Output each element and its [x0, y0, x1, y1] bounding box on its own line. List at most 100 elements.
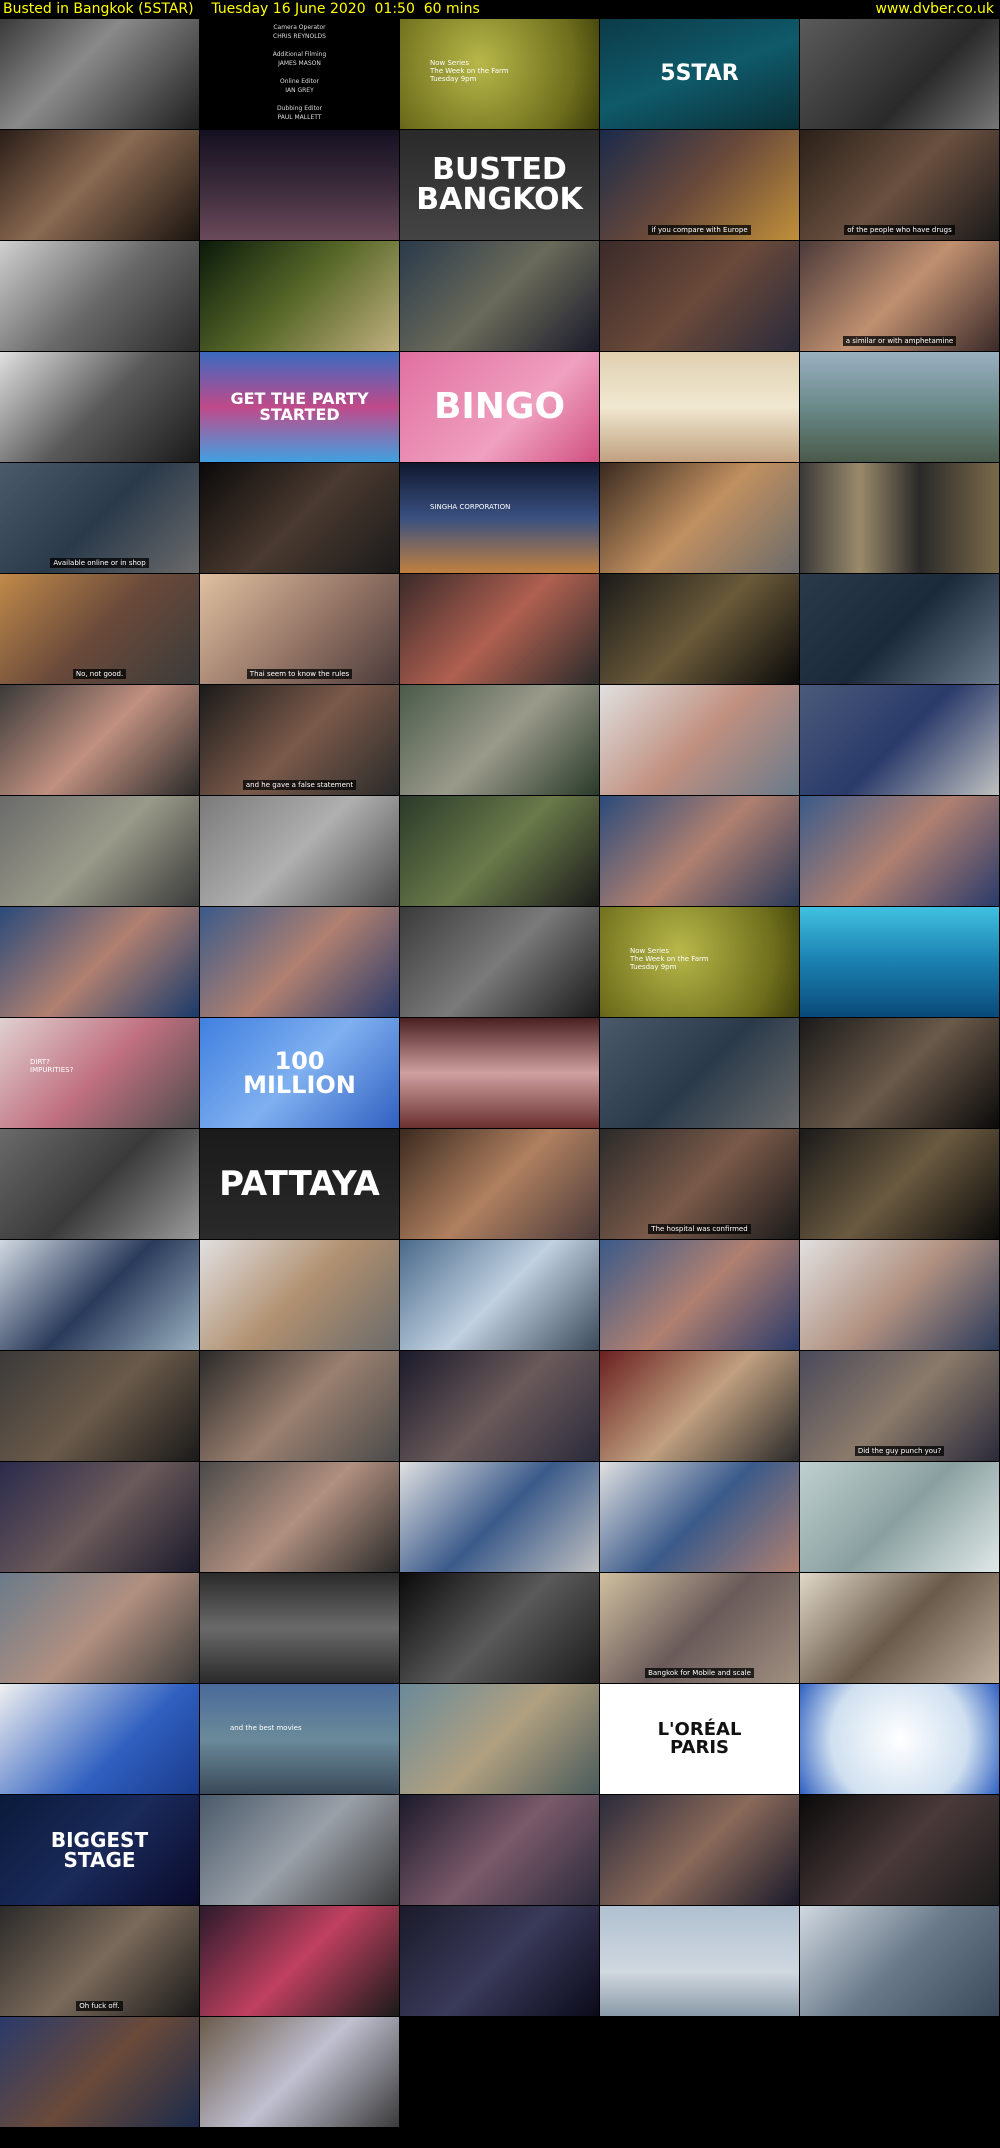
video-thumbnail[interactable]: [800, 1573, 999, 1683]
video-thumbnail[interactable]: [800, 1906, 999, 2016]
video-thumbnail[interactable]: [800, 19, 999, 129]
video-thumbnail[interactable]: [600, 685, 799, 795]
video-thumbnail[interactable]: [600, 1795, 799, 1905]
video-thumbnail[interactable]: Camera Operator CHRIS REYNOLDS Additiona…: [200, 19, 399, 129]
video-thumbnail[interactable]: [400, 1351, 599, 1461]
video-thumbnail[interactable]: [0, 1684, 199, 1794]
thumbnail-overlay-text: SINGHA CORPORATION: [430, 503, 511, 511]
video-thumbnail[interactable]: [0, 241, 199, 351]
video-thumbnail[interactable]: [800, 685, 999, 795]
video-thumbnail[interactable]: [0, 1573, 199, 1683]
video-thumbnail[interactable]: [0, 685, 199, 795]
video-thumbnail[interactable]: Did the guy punch you?: [800, 1351, 999, 1461]
video-thumbnail[interactable]: [400, 685, 599, 795]
site-link[interactable]: www.dvber.co.uk: [875, 0, 994, 18]
video-thumbnail[interactable]: [600, 352, 799, 462]
video-thumbnail[interactable]: [200, 907, 399, 1017]
video-thumbnail[interactable]: [0, 1351, 199, 1461]
video-thumbnail[interactable]: [800, 574, 999, 684]
video-thumbnail[interactable]: PATTAYA: [200, 1129, 399, 1239]
video-thumbnail[interactable]: [0, 19, 199, 129]
video-thumbnail[interactable]: [600, 1906, 799, 2016]
video-thumbnail[interactable]: [400, 1795, 599, 1905]
video-thumbnail[interactable]: Thai seem to know the rules: [200, 574, 399, 684]
video-thumbnail[interactable]: [0, 2017, 199, 2127]
video-thumbnail[interactable]: BUSTED BANGKOK: [400, 130, 599, 240]
video-thumbnail[interactable]: [200, 1240, 399, 1350]
video-thumbnail[interactable]: [200, 1351, 399, 1461]
video-thumbnail[interactable]: [800, 907, 999, 1017]
video-thumbnail[interactable]: Bangkok for Mobile and scale: [600, 1573, 799, 1683]
video-thumbnail[interactable]: [800, 1462, 999, 1572]
video-thumbnail[interactable]: and he gave a false statement: [200, 685, 399, 795]
video-thumbnail[interactable]: [0, 1129, 199, 1239]
video-thumbnail[interactable]: [800, 1129, 999, 1239]
video-thumbnail[interactable]: L'ORÉAL PARIS: [600, 1684, 799, 1794]
video-thumbnail[interactable]: and the best movies: [200, 1684, 399, 1794]
video-thumbnail[interactable]: [800, 796, 999, 906]
video-thumbnail[interactable]: BIGGEST STAGE: [0, 1795, 199, 1905]
video-thumbnail[interactable]: [800, 463, 999, 573]
video-thumbnail[interactable]: [0, 1240, 199, 1350]
video-thumbnail[interactable]: 100 MILLION: [200, 1018, 399, 1128]
video-thumbnail[interactable]: [400, 1129, 599, 1239]
video-thumbnail[interactable]: [400, 241, 599, 351]
video-thumbnail[interactable]: [800, 1018, 999, 1128]
thumbnail-title-text: BINGO: [433, 386, 566, 427]
video-thumbnail[interactable]: [600, 241, 799, 351]
video-thumbnail[interactable]: [0, 130, 199, 240]
video-thumbnail[interactable]: No, not good.: [0, 574, 199, 684]
video-thumbnail[interactable]: [800, 1684, 999, 1794]
video-thumbnail[interactable]: [200, 1573, 399, 1683]
video-thumbnail[interactable]: [600, 574, 799, 684]
video-thumbnail[interactable]: The hospital was confirmed: [600, 1129, 799, 1239]
video-thumbnail[interactable]: [0, 796, 199, 906]
video-thumbnail[interactable]: [200, 1795, 399, 1905]
video-thumbnail[interactable]: BINGO: [400, 352, 599, 462]
video-thumbnail[interactable]: if you compare with Europe: [600, 130, 799, 240]
video-thumbnail[interactable]: Now Series The Week on the Farm Tuesday …: [400, 19, 599, 129]
video-thumbnail[interactable]: [200, 796, 399, 906]
video-thumbnail[interactable]: a similar or with amphetamine: [800, 241, 999, 351]
video-thumbnail[interactable]: [800, 1240, 999, 1350]
video-thumbnail[interactable]: [400, 1573, 599, 1683]
video-thumbnail[interactable]: of the people who have drugs: [800, 130, 999, 240]
video-thumbnail[interactable]: [200, 241, 399, 351]
video-thumbnail[interactable]: [200, 1906, 399, 2016]
video-thumbnail[interactable]: [400, 1240, 599, 1350]
video-thumbnail[interactable]: Oh fuck off.: [0, 1906, 199, 2016]
video-thumbnail[interactable]: [200, 130, 399, 240]
video-thumbnail[interactable]: [400, 1018, 599, 1128]
video-thumbnail[interactable]: [800, 1795, 999, 1905]
video-thumbnail[interactable]: [400, 1906, 599, 2016]
video-thumbnail[interactable]: [600, 1240, 799, 1350]
video-thumbnail[interactable]: GET THE PARTY STARTED: [200, 352, 399, 462]
subtitle-caption-text: if you compare with Europe: [648, 225, 751, 235]
subtitle-caption-text: a similar or with amphetamine: [842, 336, 957, 346]
video-thumbnail[interactable]: [800, 352, 999, 462]
video-thumbnail[interactable]: [600, 1018, 799, 1128]
video-thumbnail[interactable]: [600, 1351, 799, 1461]
thumbnail-overlay-text: Now Series The Week on the Farm Tuesday …: [630, 947, 709, 971]
video-thumbnail[interactable]: [600, 796, 799, 906]
video-thumbnail[interactable]: Available online or in shop: [0, 463, 199, 573]
video-thumbnail[interactable]: Now Series The Week on the Farm Tuesday …: [600, 907, 799, 1017]
video-thumbnail[interactable]: [400, 574, 599, 684]
video-thumbnail[interactable]: [0, 1462, 199, 1572]
video-thumbnail[interactable]: [0, 907, 199, 1017]
video-thumbnail[interactable]: [400, 907, 599, 1017]
video-thumbnail[interactable]: [400, 1684, 599, 1794]
video-thumbnail[interactable]: [200, 1462, 399, 1572]
video-thumbnail[interactable]: [200, 463, 399, 573]
video-thumbnail[interactable]: 5STAR: [600, 19, 799, 129]
video-thumbnail[interactable]: [400, 796, 599, 906]
subtitle-caption-text: Thai seem to know the rules: [246, 669, 353, 679]
video-thumbnail[interactable]: SINGHA CORPORATION: [400, 463, 599, 573]
video-thumbnail[interactable]: [0, 352, 199, 462]
video-thumbnail[interactable]: [600, 1462, 799, 1572]
video-thumbnail[interactable]: DIRT? IMPURITIES?: [0, 1018, 199, 1128]
video-thumbnail[interactable]: [400, 1462, 599, 1572]
page-title: Busted in Bangkok (5STAR) Tuesday 16 Jun…: [3, 1, 480, 17]
video-thumbnail[interactable]: [200, 2017, 399, 2127]
video-thumbnail[interactable]: [600, 463, 799, 573]
